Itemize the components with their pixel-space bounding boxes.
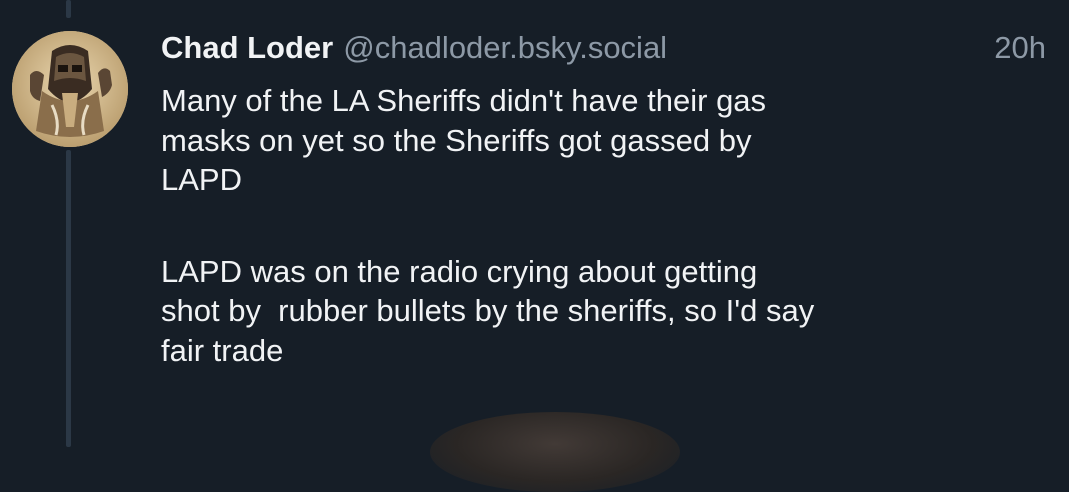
post-body: Many of the LA Sheriffs didn't have thei…: [161, 81, 1051, 370]
post-timestamp[interactable]: 20h: [994, 30, 1051, 66]
author-name[interactable]: Chad Loder: [161, 30, 333, 66]
post[interactable]: Chad Loder @chadloder.bsky.social 20h Ma…: [161, 30, 1051, 370]
post-text-line: Many of the LA Sheriffs didn't have thei…: [161, 83, 767, 118]
thread-connector-line: [66, 150, 71, 447]
post-text-line: masks on yet so the Sheriffs got gassed …: [161, 122, 752, 158]
post-text-line: fair trade: [161, 332, 284, 368]
thread-connector-top: [66, 0, 71, 18]
avatar-image: [12, 31, 128, 147]
post-paragraph: LAPD was on the radio crying about getti…: [161, 252, 1051, 371]
embedded-media-peek[interactable]: [430, 412, 680, 492]
avatar[interactable]: [12, 31, 128, 147]
author-handle[interactable]: @chadloder.bsky.social: [343, 30, 667, 66]
post-text-line: LAPD: [161, 162, 242, 197]
post-paragraph: Many of the LA Sheriffs didn't have thei…: [161, 81, 1051, 200]
post-header: Chad Loder @chadloder.bsky.social 20h: [161, 30, 1051, 74]
post-text-line: shot by rubber bullets by the sheriffs, …: [161, 293, 815, 328]
post-text-line: LAPD was on the radio crying about getti…: [161, 253, 758, 289]
